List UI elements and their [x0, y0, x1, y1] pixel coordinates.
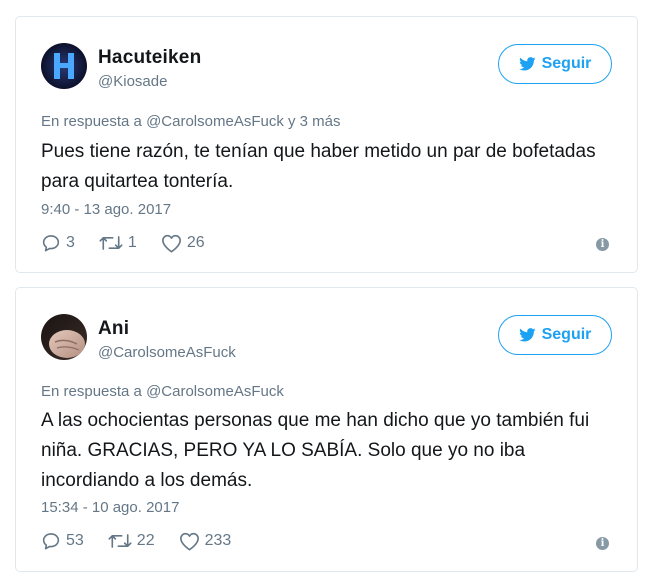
heart-icon [179, 532, 199, 551]
follow-button[interactable]: Seguir [498, 44, 612, 84]
avatar[interactable] [41, 43, 87, 89]
user-handle[interactable]: @CarolsomeAsFuck [98, 344, 236, 361]
avatar[interactable] [41, 314, 87, 360]
tweet-actions: 3 1 26 [41, 233, 229, 253]
reply-count: 3 [66, 234, 75, 251]
like-action[interactable]: 26 [161, 234, 205, 253]
like-action[interactable]: 233 [179, 532, 232, 551]
retweet-count: 1 [127, 234, 137, 251]
reply-context: En respuesta a @CarolsomeAsFuck [41, 383, 284, 400]
user-handle[interactable]: @Kiosade [98, 73, 167, 90]
retweet-action[interactable]: 22 [108, 532, 155, 550]
like-count: 26 [186, 234, 205, 251]
info-icon[interactable]: i [596, 537, 609, 550]
retweet-count: 22 [136, 532, 155, 549]
heart-icon [161, 234, 181, 253]
reply-icon [42, 533, 60, 550]
twitter-bird-icon [518, 328, 536, 342]
like-count: 233 [204, 532, 232, 549]
reply-icon [42, 235, 60, 252]
avatar-photo-icon [41, 314, 87, 360]
display-name[interactable]: Ani [98, 318, 129, 340]
reply-action[interactable]: 53 [41, 531, 84, 551]
retweet-icon [99, 236, 123, 250]
retweet-icon [108, 534, 132, 548]
reply-action[interactable]: 3 [41, 233, 75, 253]
reply-context: En respuesta a @CarolsomeAsFuck y 3 más [41, 113, 341, 130]
follow-button[interactable]: Seguir [498, 315, 612, 355]
avatar-h-logo-icon [41, 43, 87, 89]
reply-count: 53 [66, 532, 84, 549]
tweet-text: A las ochocientas personas que me han di… [41, 410, 590, 491]
info-icon[interactable]: i [596, 238, 609, 251]
timestamp[interactable]: 9:40 - 13 ago. 2017 [41, 201, 171, 218]
display-name[interactable]: Hacuteiken [98, 47, 201, 69]
tweet-card: Ani @CarolsomeAsFuck Seguir En respuesta… [15, 287, 638, 572]
follow-label: Seguir [541, 326, 592, 343]
twitter-bird-icon [518, 57, 536, 71]
tweet-card: Hacuteiken @Kiosade Seguir En respuesta … [15, 16, 638, 273]
retweet-action[interactable]: 1 [99, 234, 137, 252]
tweet-text: Pues tiene razón, te tenían que haber me… [41, 141, 596, 192]
tweet-actions: 53 22 233 [41, 531, 255, 551]
timestamp[interactable]: 15:34 - 10 ago. 2017 [41, 499, 179, 516]
follow-label: Seguir [541, 55, 592, 72]
